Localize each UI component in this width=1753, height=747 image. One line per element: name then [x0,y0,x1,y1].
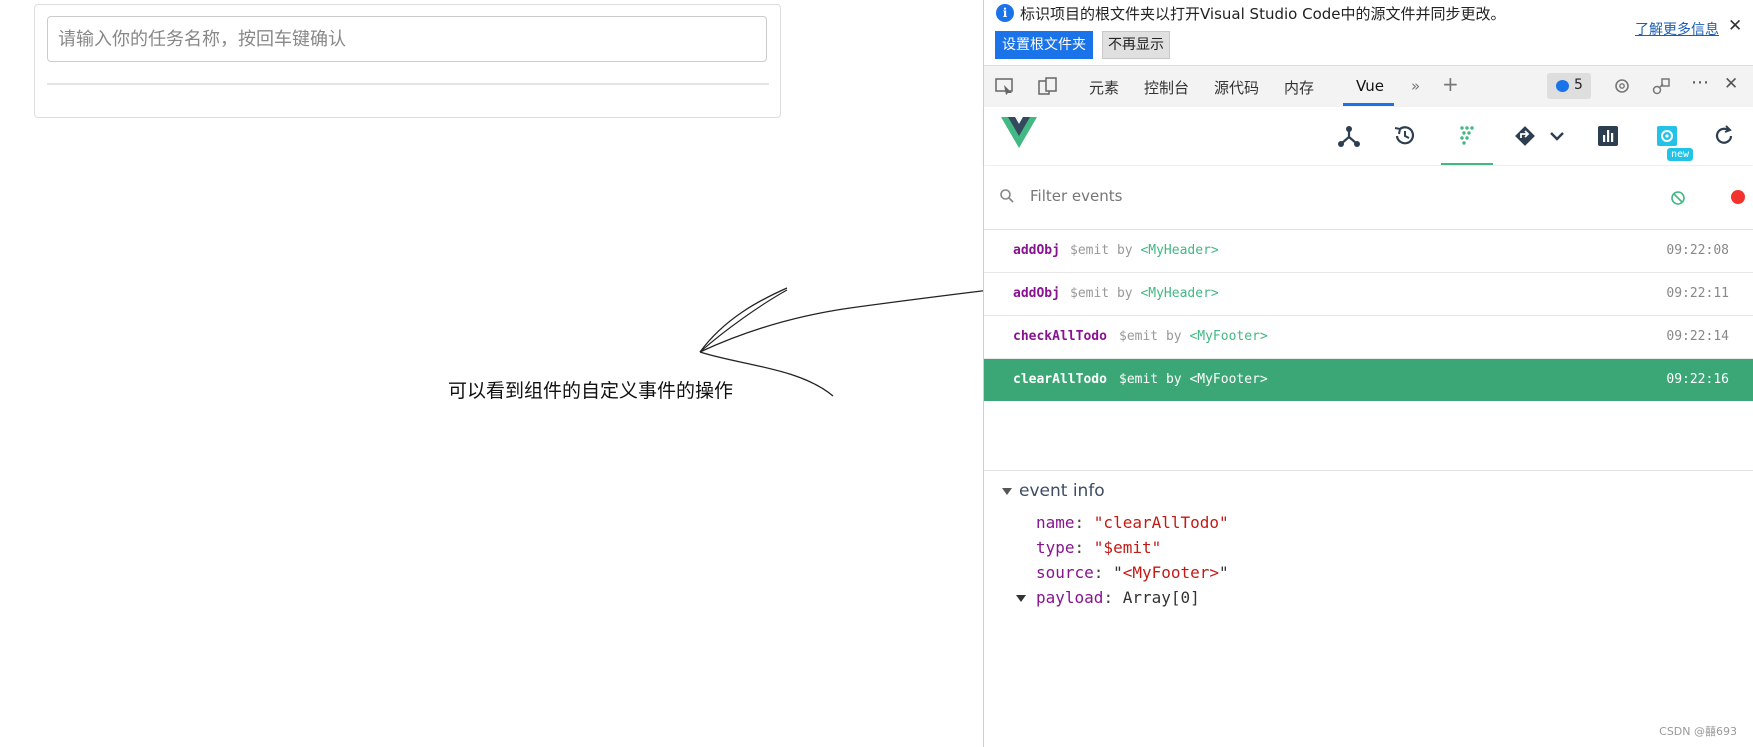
event-by: by [1165,329,1182,344]
event-meta: $emit by <MyHeader> [1070,286,1219,301]
watermark: CSDN @囍693 [1659,725,1737,738]
gear-icon[interactable] [1611,76,1633,96]
vue-toolbar: new [984,107,1753,165]
event-name: addObj [1013,286,1060,301]
caret-down-icon[interactable] [1016,595,1026,602]
dont-show-again-button[interactable]: 不再显示 [1102,31,1170,59]
add-tab-icon[interactable]: + [1442,72,1459,96]
issues-badge[interactable]: 5 [1547,73,1591,99]
prop-source: source: "<MyFooter>" [1036,563,1229,582]
tab-sources[interactable]: 源代码 [1214,77,1259,98]
prop-payload[interactable]: payload: Array[0] [1036,588,1200,607]
event-component: <MyFooter> [1189,372,1268,387]
info-bar: i 标识项目的根文件夹以打开Visual Studio Code中的源文件并同步… [984,0,1753,64]
close-icon[interactable]: ✕ [1728,16,1742,36]
timeline-icon[interactable] [1392,123,1418,149]
event-info-title[interactable]: event info [1019,481,1105,501]
prop-key: type [1036,538,1075,557]
event-row[interactable]: checkAllTodo $emit by <MyFooter> 09:22:1… [984,316,1753,359]
event-by: by [1116,243,1133,258]
active-view-indicator [1441,163,1493,165]
event-by: by [1116,286,1133,301]
event-row[interactable]: addObj $emit by <MyHeader> 09:22:08 [984,230,1753,273]
event-meta: $emit by <MyHeader> [1070,243,1219,258]
device-emulation-icon[interactable] [1037,76,1059,96]
more-tabs-icon[interactable]: » [1411,77,1420,95]
event-row[interactable]: addObj $emit by <MyHeader> 09:22:11 [984,273,1753,316]
filter-bar [984,166,1753,230]
set-root-folder-button[interactable]: 设置根文件夹 [995,31,1093,59]
chevron-down-icon[interactable] [1544,123,1570,149]
clear-events-icon[interactable] [1670,190,1686,206]
event-by: by [1165,372,1182,387]
vue-logo [1001,117,1037,148]
event-time: 09:22:08 [1666,243,1729,258]
event-meta: $emit by <MyFooter> [1119,329,1268,344]
tab-elements[interactable]: 元素 [1089,77,1119,98]
prop-name: name: "clearAllTodo" [1036,513,1229,532]
prop-value: "$emit" [1093,538,1162,557]
todo-card [34,4,781,118]
message-icon [1556,80,1569,92]
event-time: 09:22:11 [1666,286,1729,301]
event-component: <MyHeader> [1140,286,1219,301]
refresh-icon[interactable] [1711,123,1737,149]
event-meta: $emit by <MyFooter> [1119,372,1268,387]
event-component: <MyHeader> [1140,243,1219,258]
tab-vue[interactable]: Vue [1356,77,1384,95]
settings-icon[interactable] [1654,123,1680,149]
event-time: 09:22:16 [1666,372,1729,387]
event-type: $emit [1070,286,1110,301]
performance-icon[interactable] [1595,123,1621,149]
info-icon: i [996,4,1014,22]
event-name: clearAllTodo [1013,372,1107,387]
issues-count: 5 [1574,77,1583,93]
prop-key: name [1036,513,1075,532]
record-icon[interactable] [1731,190,1745,204]
routes-icon[interactable] [1512,123,1538,149]
prop-value: "clearAllTodo" [1093,513,1229,532]
inspect-icon[interactable] [994,76,1016,96]
events-list: addObj $emit by <MyHeader> 09:22:08 addO… [984,230,1753,401]
active-tab-indicator [1343,103,1394,106]
connect-icon[interactable] [1651,76,1673,96]
caret-down-icon[interactable] [1002,488,1012,495]
prop-value: Array[0] [1122,588,1200,607]
more-options-icon[interactable]: ⋯ [1691,72,1709,93]
prop-key: payload [1036,588,1104,607]
prop-value: <MyFooter> [1122,563,1220,582]
event-type: $emit [1070,243,1110,258]
search-icon [1000,189,1014,203]
learn-more-link[interactable]: 了解更多信息 [1635,19,1719,39]
events-icon[interactable] [1454,123,1480,149]
filter-events-input[interactable] [1028,186,1532,206]
close-devtools-icon[interactable]: ✕ [1724,74,1738,94]
new-badge: new [1667,148,1694,161]
pane-splitter[interactable] [984,470,1753,471]
task-name-input[interactable] [47,16,767,62]
event-name: addObj [1013,243,1060,258]
event-type: $emit [1119,329,1159,344]
prop-key: source [1036,563,1094,582]
prop-type: type: "$emit" [1036,538,1162,557]
divider [47,83,769,85]
event-component: <MyFooter> [1189,329,1268,344]
tab-memory[interactable]: 内存 [1284,77,1314,98]
event-type: $emit [1119,372,1159,387]
event-time: 09:22:14 [1666,329,1729,344]
tab-console[interactable]: 控制台 [1144,77,1189,98]
components-icon[interactable] [1336,123,1362,149]
event-name: checkAllTodo [1013,329,1107,344]
devtools-panel: i 标识项目的根文件夹以打开Visual Studio Code中的源文件并同步… [983,0,1753,747]
devtools-tab-bar: 元素 控制台 源代码 内存 Vue » + 5 ⋯ ✕ [984,65,1753,108]
event-row-selected[interactable]: clearAllTodo $emit by <MyFooter> 09:22:1… [984,359,1753,401]
info-message: 标识项目的根文件夹以打开Visual Studio Code中的源文件并同步更改… [1020,5,1506,23]
annotation-text: 可以看到组件的自定义事件的操作 [448,380,734,402]
